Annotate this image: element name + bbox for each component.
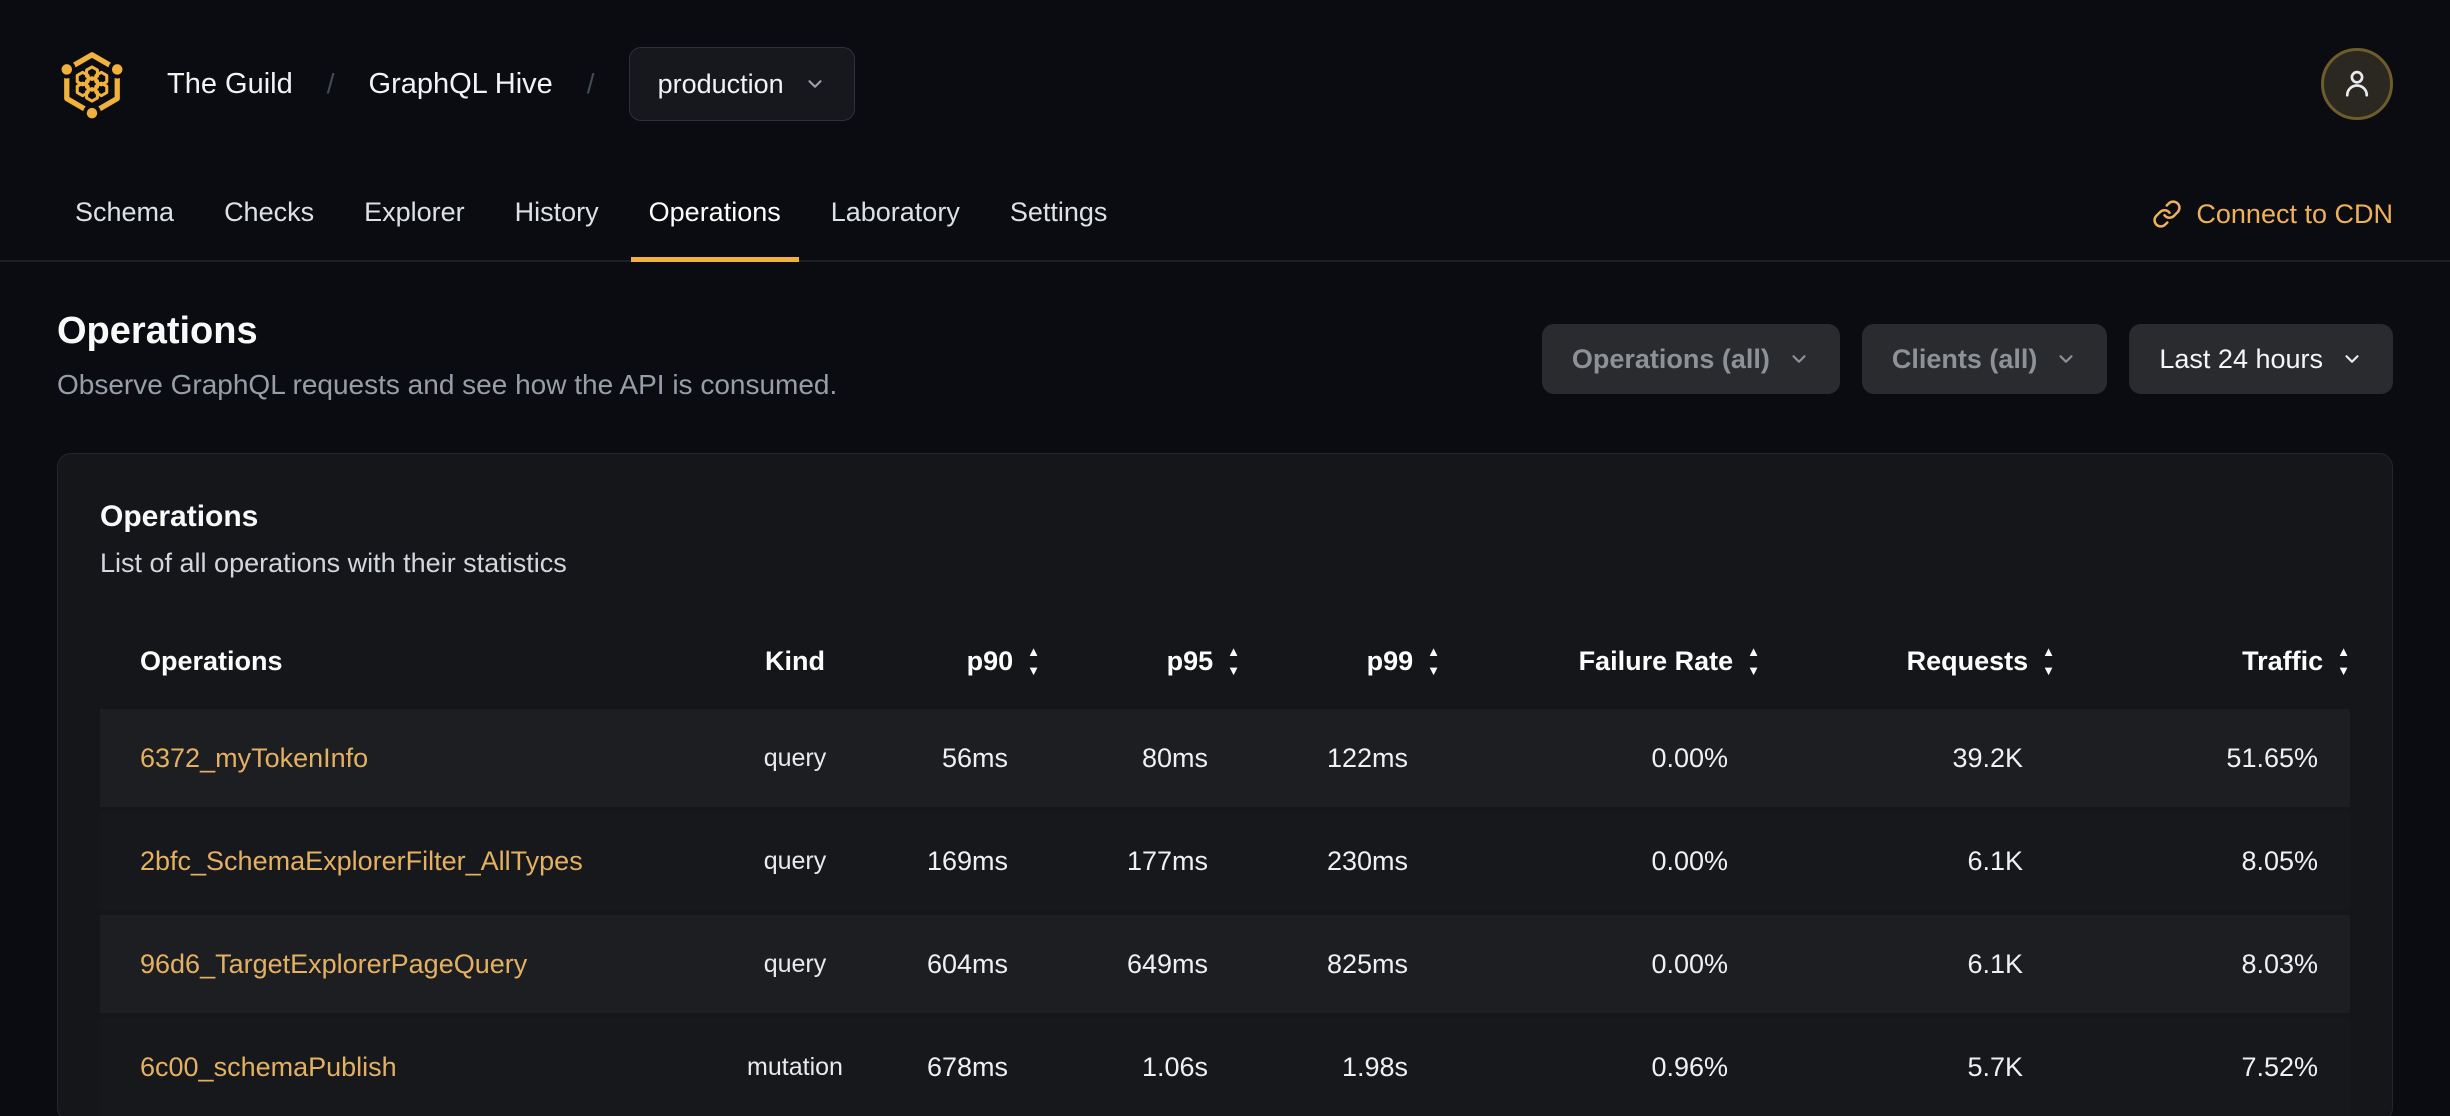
operation-p99: 1.98s (1341, 1051, 1408, 1082)
card-subtitle: List of all operations with their statis… (100, 548, 567, 578)
operation-requests: 6.1K (1967, 948, 2023, 979)
tab-settings[interactable]: Settings (992, 168, 1126, 262)
operation-p95: 1.06s (1141, 1051, 1208, 1082)
operation-traffic: 8.03% (2241, 948, 2318, 979)
column-header-label: p99 (1366, 645, 1414, 676)
operation-traffic: 51.65% (2226, 742, 2318, 773)
operation-requests: 6.1K (1967, 845, 2023, 876)
operation-p90: 604ms (926, 948, 1008, 979)
tab-laboratory[interactable]: Laboratory (813, 168, 978, 262)
operations-card: Operations List of all operations with t… (57, 453, 2393, 1116)
sort-arrows-icon: ▲ ▼ (1427, 643, 1440, 678)
operation-p90: 169ms (926, 845, 1008, 876)
chevron-down-icon (2059, 355, 2073, 363)
link-icon (2153, 200, 2182, 228)
operation-requests: 5.7K (1967, 1051, 2023, 1082)
operation-p95: 649ms (1126, 948, 1208, 979)
page-subtitle: Observe GraphQL requests and see how the… (57, 369, 838, 400)
tab-operations[interactable]: Operations (630, 168, 799, 262)
target-nav: Schema Checks Explorer History Operation… (0, 168, 2450, 262)
operation-p99: 122ms (1326, 742, 1408, 773)
sort-arrows-icon: ▲ ▼ (2042, 643, 2055, 678)
operation-p95: 177ms (1126, 845, 1208, 876)
clients-filter-select[interactable]: Clients (all) (1861, 324, 2108, 394)
period-filter-select[interactable]: Last 24 hours (2129, 324, 2393, 394)
column-header-traffic[interactable]: Traffic ▲ ▼ (2055, 643, 2350, 678)
operation-kind: query (763, 743, 827, 772)
table-header-row: Operations Kind p90 ▲ ▼ p95 ▲ ▼ p99 ▲ ▼ Fai… (100, 613, 2350, 709)
column-header-kind: Kind (765, 645, 825, 676)
tab-schema[interactable]: Schema (57, 168, 192, 262)
column-header-p90[interactable]: p90 ▲ ▼ (860, 643, 1040, 678)
page-header: Operations Observe GraphQL requests and … (0, 262, 2450, 401)
operation-traffic: 8.05% (2241, 845, 2318, 876)
operation-failure-rate: 0.00% (1651, 845, 1728, 876)
operation-kind: query (763, 846, 827, 875)
operations-table: Operations Kind p90 ▲ ▼ p95 ▲ ▼ p99 ▲ ▼ Fai… (100, 613, 2350, 1116)
sort-arrows-icon: ▲ ▼ (2337, 643, 2350, 678)
table-row: 2bfc_SchemaExplorerFilter_AllTypes query… (100, 812, 2350, 910)
hive-logo-icon[interactable] (57, 49, 127, 119)
connect-to-cdn-button[interactable]: Connect to CDN (2152, 168, 2393, 260)
breadcrumb-separator: / (586, 68, 595, 99)
column-header-label: p90 (966, 645, 1014, 676)
table-row: 96d6_TargetExplorerPageQuery query 604ms… (100, 915, 2350, 1013)
operation-kind: mutation (747, 1052, 843, 1081)
operation-requests: 39.2K (1952, 742, 2023, 773)
card-title: Operations (100, 500, 259, 533)
column-header-failure-rate[interactable]: Failure Rate ▲ ▼ (1440, 643, 1760, 678)
sort-arrows-icon: ▲ ▼ (1747, 643, 1760, 678)
table-row: 6c00_schemaPublish mutation 678ms 1.06s … (100, 1018, 2350, 1116)
breadcrumb-project-link[interactable]: GraphQL Hive (369, 68, 553, 101)
column-header-label: Traffic (2242, 645, 2324, 676)
operation-p95: 80ms (1141, 742, 1208, 773)
column-header-label: Failure Rate (1578, 645, 1734, 676)
breadcrumb-org-link[interactable]: The Guild (167, 68, 293, 101)
page-title: Operations (57, 310, 258, 352)
sort-arrows-icon: ▲ ▼ (1027, 643, 1040, 678)
table-row: 6372_myTokenInfo query 56ms 80ms 122ms 0… (100, 709, 2350, 807)
person-icon (2345, 70, 2369, 97)
operations-filter-select[interactable]: Operations (all) (1541, 324, 1840, 394)
operation-link[interactable]: 96d6_TargetExplorerPageQuery (100, 949, 730, 980)
tab-explorer[interactable]: Explorer (346, 168, 483, 262)
column-header-label: Requests (1906, 645, 2029, 676)
clients-filter-label: Clients (all) (1891, 343, 2038, 374)
environment-label: production (657, 68, 784, 99)
page-header-text: Operations Observe GraphQL requests and … (57, 310, 837, 401)
operations-filter-label: Operations (all) (1571, 343, 1770, 374)
operation-link[interactable]: 2bfc_SchemaExplorerFilter_AllTypes (100, 846, 730, 877)
column-header-operations: Operations (140, 645, 283, 676)
chevron-down-icon (1792, 355, 1806, 363)
operation-link[interactable]: 6c00_schemaPublish (100, 1052, 730, 1083)
tab-history[interactable]: History (497, 168, 617, 262)
user-avatar-button[interactable] (2321, 48, 2393, 120)
column-header-p95[interactable]: p95 ▲ ▼ (1040, 643, 1240, 678)
environment-select[interactable]: production (628, 47, 855, 121)
column-header-label: p95 (1166, 645, 1214, 676)
connect-to-cdn-label: Connect to CDN (2196, 198, 2393, 229)
operation-p90: 678ms (926, 1051, 1008, 1082)
operation-link[interactable]: 6372_myTokenInfo (100, 743, 730, 774)
tab-checks[interactable]: Checks (206, 168, 332, 262)
column-header-requests[interactable]: Requests ▲ ▼ (1760, 643, 2055, 678)
breadcrumb: The Guild / GraphQL Hive / production (167, 47, 855, 121)
operation-kind: query (763, 949, 827, 978)
chevron-down-icon (2345, 355, 2359, 363)
sort-arrows-icon: ▲ ▼ (1227, 643, 1240, 678)
period-filter-label: Last 24 hours (2159, 343, 2323, 374)
nav-tabs: Schema Checks Explorer History Operation… (57, 168, 1126, 262)
operation-traffic: 7.52% (2241, 1051, 2318, 1082)
chevron-down-icon (808, 80, 822, 88)
column-header-p99[interactable]: p99 ▲ ▼ (1240, 643, 1440, 678)
operation-failure-rate: 0.96% (1651, 1051, 1728, 1082)
top-bar: The Guild / GraphQL Hive / production (0, 0, 2450, 168)
operation-p90: 56ms (941, 742, 1008, 773)
operation-failure-rate: 0.00% (1651, 742, 1728, 773)
filters: Operations (all) Clients (all) Last 24 h… (1541, 324, 2393, 394)
operation-p99: 230ms (1326, 845, 1408, 876)
breadcrumb-separator: / (326, 68, 335, 99)
operation-p99: 825ms (1326, 948, 1408, 979)
operation-failure-rate: 0.00% (1651, 948, 1728, 979)
